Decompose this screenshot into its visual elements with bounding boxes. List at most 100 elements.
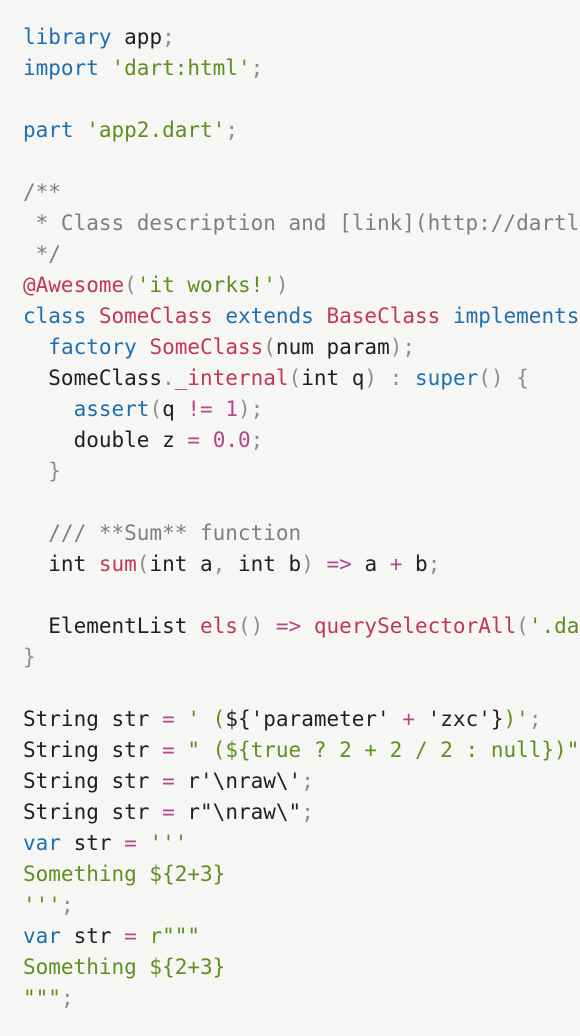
code-token: =	[162, 707, 175, 731]
code-token: 'parameter'	[250, 707, 390, 731]
code-token: var	[23, 924, 61, 948]
code-token: SomeClass	[149, 335, 264, 359]
code-token: =	[124, 831, 137, 855]
code-token: app	[111, 25, 163, 49]
code-token: /**	[23, 180, 61, 204]
code-token: =	[187, 428, 201, 452]
code-token: _internal	[174, 366, 289, 390]
code-token: q	[162, 397, 188, 421]
code-token: +	[389, 707, 428, 731]
code-token: b	[402, 552, 428, 576]
code-token: )'	[503, 707, 529, 731]
code-token: assert	[73, 397, 150, 421]
code-token: int b	[225, 552, 302, 576]
code-line: String str = " (${true ? 2 + 2 / 2 : nul…	[23, 735, 580, 766]
code-token: '.dart'	[528, 614, 580, 638]
code-token: els	[200, 614, 238, 638]
code-token: sum	[98, 552, 137, 576]
code-token: ()	[478, 366, 504, 390]
code-token: super	[415, 366, 479, 390]
code-line: */	[23, 239, 580, 270]
code-line: class SomeClass extends BaseClass implem…	[23, 301, 580, 332]
code-token: a	[351, 552, 390, 576]
code-token: ;	[528, 707, 542, 731]
code-token: ;	[60, 986, 74, 1010]
code-token: =>	[275, 614, 302, 638]
code-line: assert(q != 1);	[23, 394, 580, 425]
code-token: 1	[225, 397, 238, 421]
code-token: 'dart:html'	[111, 56, 251, 80]
code-line: Something ${2+3}	[23, 859, 580, 890]
code-token: ;	[301, 800, 314, 824]
code-line: /// **Sum** function	[23, 518, 580, 549]
code-token: /// **Sum** function	[23, 521, 302, 545]
code-token: */	[23, 242, 61, 266]
code-line: double z = 0.0;	[23, 425, 580, 456]
code-token: ()	[237, 614, 264, 638]
code-token: ;	[225, 118, 238, 142]
code-token: r"\nraw\"	[187, 800, 302, 824]
code-token: Something ${2+3}	[23, 862, 226, 886]
code-token: )	[301, 552, 314, 576]
code-token: {	[503, 366, 529, 390]
code-token: (	[263, 335, 276, 359]
code-line: Something ${2+3}	[23, 952, 580, 983]
code-line: """;	[23, 983, 580, 1014]
code-token: double z	[23, 428, 188, 452]
code-line: ElementList els() => querySelectorAll('.…	[23, 611, 580, 642]
code-token: ;	[162, 25, 175, 49]
code-token: :	[389, 366, 403, 390]
code-line: var str = '''	[23, 828, 580, 859]
code-token: (	[136, 552, 150, 576]
code-token: String str	[23, 738, 163, 762]
code-token: ' (	[187, 707, 226, 731]
code-token: ;	[250, 428, 264, 452]
code-token: }	[23, 459, 61, 483]
code-token: extends	[225, 304, 314, 328]
code-token: ;	[250, 56, 264, 80]
code-line: @Awesome('it works!')	[23, 270, 580, 301]
code-token: str	[60, 924, 125, 948]
code-token: ;	[60, 893, 74, 917]
code-token: )	[275, 273, 289, 297]
code-block: library app; import 'dart:html'; part 'ap…	[23, 22, 580, 1014]
code-token: var	[23, 831, 61, 855]
code-token: =	[162, 769, 175, 793]
code-token: library	[23, 25, 112, 49]
code-line: library app;	[23, 22, 580, 53]
code-token: )	[364, 366, 378, 390]
code-token: BaseClass	[326, 304, 441, 328]
code-token: 'it works!'	[136, 273, 276, 297]
code-line: /**	[23, 177, 580, 208]
code-token: =	[124, 924, 137, 948]
code-token: * Class description and [link](http://da…	[35, 211, 580, 235]
code-token: =>	[326, 552, 352, 576]
code-token: ElementList	[23, 614, 201, 638]
code-token: SomeClass	[98, 304, 213, 328]
code-token: Something ${2+3}	[23, 955, 226, 979]
code-token: ${	[225, 707, 251, 731]
code-token: ;	[301, 769, 314, 793]
code-line: String str = r'\nraw\';	[23, 766, 580, 797]
code-token: str	[60, 831, 125, 855]
code-token: +	[389, 552, 403, 576]
code-token: int q	[301, 366, 365, 390]
code-token: }	[23, 645, 36, 669]
code-token: (	[288, 366, 302, 390]
code-token: int a	[149, 552, 213, 576]
code-line: * Class description and [link](http://da…	[23, 208, 580, 239]
code-token: '''	[149, 831, 188, 855]
